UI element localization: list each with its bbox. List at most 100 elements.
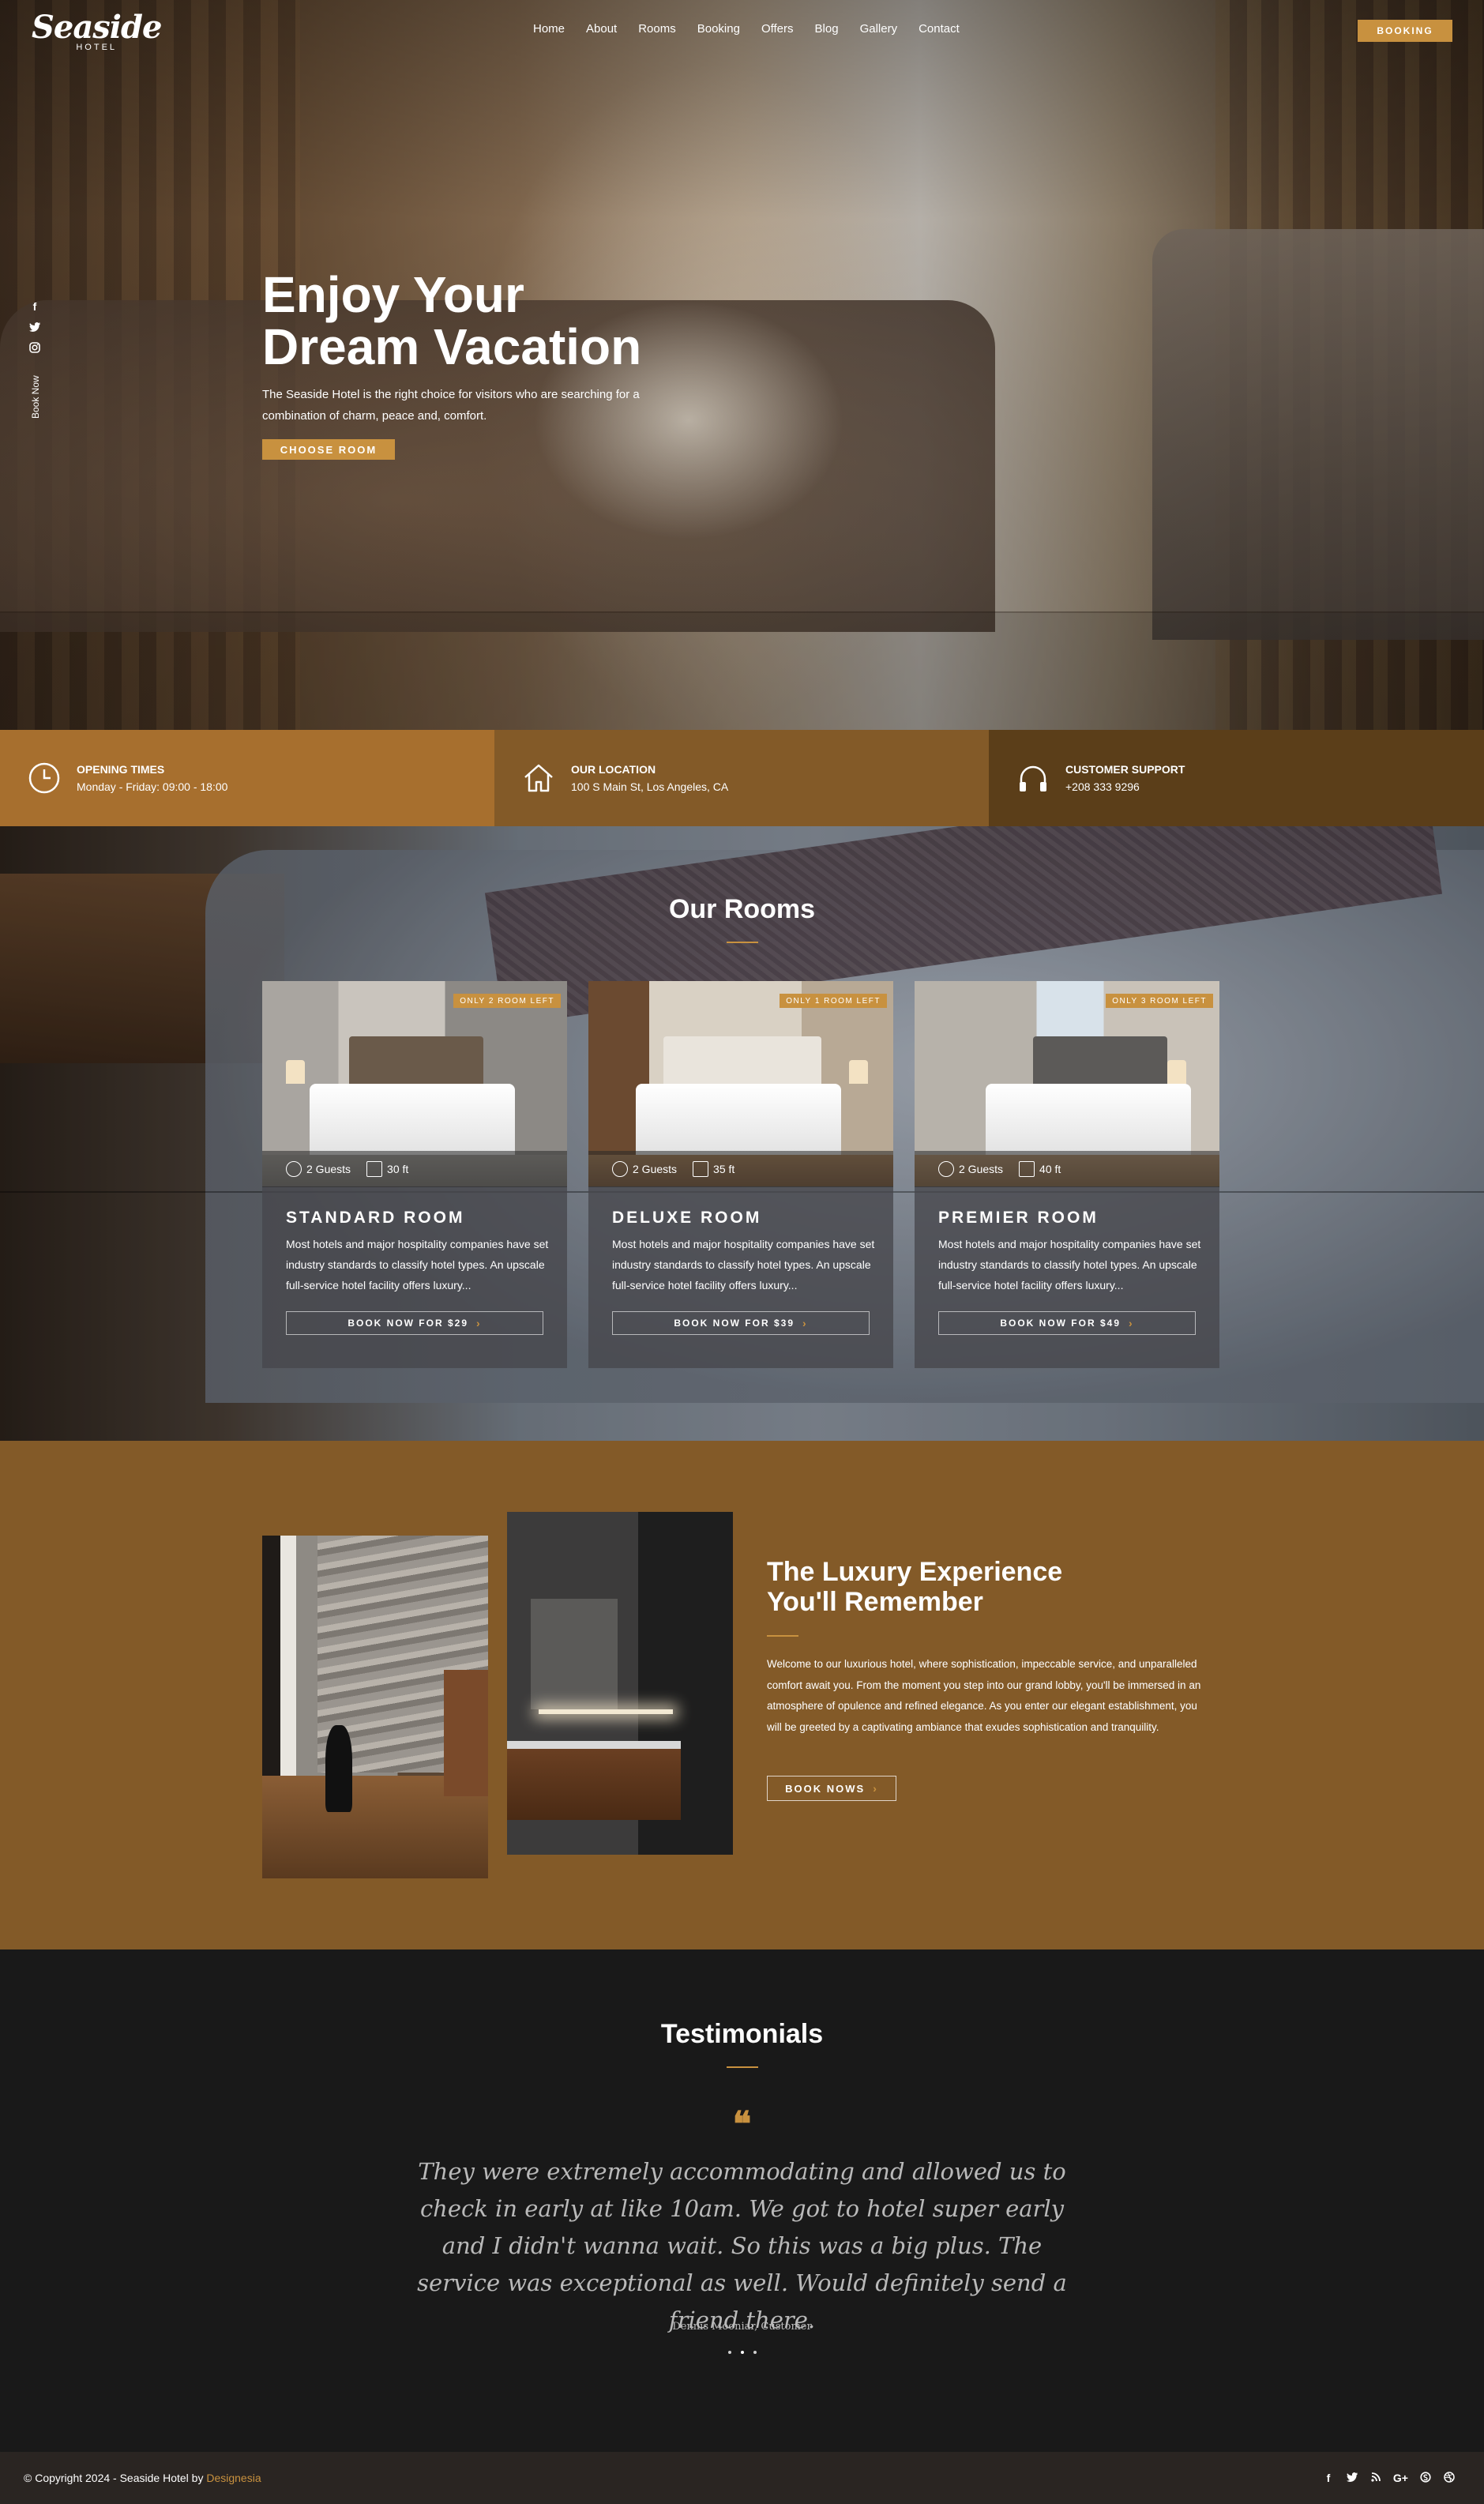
instagram-icon[interactable] [28,341,41,354]
luxury-bedroom-image [262,1536,488,1878]
side-social-links: f [28,300,41,362]
book-room-button[interactable]: BOOK NOW FOR $29 › [286,1311,543,1335]
main-nav: Home About Rooms Booking Offers Blog Gal… [533,22,981,36]
testimonials-title-underline [727,2066,758,2068]
facebook-icon[interactable]: f [1322,2472,1335,2484]
book-room-label: BOOK NOW FOR $49 [1000,1318,1121,1329]
book-room-button[interactable]: BOOK NOW FOR $49 › [938,1311,1196,1335]
luxury-bathroom-image [507,1512,733,1855]
hero-title-line2: Dream Vacation [262,318,642,375]
hero-section: Seaside HOTEL Home About Rooms Booking O… [0,0,1484,730]
room-card-premier[interactable]: ONLY 3 ROOM LEFT 2 Guests 40 ft PREMIER … [915,981,1219,1368]
copyright-text: © Copyright 2024 - Seaside Hotel by [24,2472,204,2484]
testimonial-quote: They were extremely accommodating and al… [417,2158,1067,2333]
room-meta: 2 Guests 35 ft [588,1151,893,1187]
hero-title: Enjoy Your Dream Vacation [262,269,704,373]
testimonial-pagination [0,2351,1484,2354]
header-booking-button[interactable]: BOOKING [1358,20,1452,42]
hero-title-line1: Enjoy Your [262,266,524,323]
hero-text-line1: The Seaside Hotel is the right choice fo… [262,388,640,401]
pagination-dot[interactable] [753,2351,757,2354]
skype-icon[interactable] [1419,2471,1432,2485]
designer-link[interactable]: Designesia [206,2472,261,2484]
luxury-title-underline [767,1635,798,1637]
nav-about[interactable]: About [586,22,617,36]
info-title: CUSTOMER SUPPORT [1065,763,1185,776]
google-plus-icon[interactable]: G+ [1393,2472,1408,2484]
pagination-dot-active[interactable] [740,2351,744,2354]
nav-rooms[interactable]: Rooms [638,22,676,36]
book-room-label: BOOK NOW FOR $39 [674,1318,795,1329]
hero-text: The Seaside Hotel is the right choice fo… [262,384,704,427]
rooms-section: Our Rooms ONLY 2 ROOM LEFT 2 Guests 30 f… [0,826,1484,1441]
dribbble-icon[interactable] [1443,2471,1456,2485]
info-support: CUSTOMER SUPPORT +208 333 9296 [989,730,1484,826]
user-icon [938,1161,954,1177]
room-guests: 2 Guests [633,1163,678,1175]
area-icon [1019,1161,1035,1177]
logo-name: Seaside [32,9,162,46]
luxury-title-line1: The Luxury Experience [767,1557,1063,1587]
info-value: +208 333 9296 [1065,780,1140,793]
room-card-deluxe[interactable]: ONLY 1 ROOM LEFT 2 Guests 35 ft DELUXE R… [588,981,893,1368]
twitter-icon[interactable] [28,321,41,333]
room-name[interactable]: PREMIER ROOM [938,1209,1099,1228]
rss-icon[interactable] [1369,2472,1382,2484]
room-size: 30 ft [387,1163,409,1175]
facebook-icon[interactable]: f [28,300,41,313]
info-title: OUR LOCATION [571,763,656,776]
hero-content: Enjoy Your Dream Vacation The Seaside Ho… [262,269,704,460]
rooms-title: Our Rooms [668,894,816,924]
room-card-standard[interactable]: ONLY 2 ROOM LEFT 2 Guests 30 ft STANDARD… [262,981,567,1368]
nav-booking[interactable]: Booking [697,22,740,36]
hero-text-line2: combination of charm, peace and, comfort… [262,409,487,423]
room-name[interactable]: DELUXE ROOM [612,1209,761,1228]
nav-blog[interactable]: Blog [815,22,839,36]
quote-icon: ❝ [732,2104,752,2145]
nav-contact[interactable]: Contact [919,22,960,36]
area-icon [693,1161,709,1177]
site-logo[interactable]: Seaside HOTEL [32,9,162,53]
room-description: Most hotels and major hospitality compan… [938,1238,1201,1291]
luxury-text: Welcome to our luxurious hotel, where so… [767,1658,1201,1733]
choose-room-button[interactable]: CHOOSE ROOM [262,439,395,460]
room-meta: 2 Guests 40 ft [915,1151,1219,1187]
luxury-book-button[interactable]: BOOK NOWS › [767,1776,896,1801]
luxury-section: The Luxury Experience You'll Remember We… [0,1441,1484,1949]
room-guests: 2 Guests [306,1163,351,1175]
room-size: 35 ft [713,1163,735,1175]
luxury-title-line2: You'll Remember [767,1587,983,1617]
nav-offers[interactable]: Offers [761,22,794,36]
book-room-label: BOOK NOW FOR $29 [348,1318,468,1329]
room-availability-badge: ONLY 3 ROOM LEFT [1106,994,1213,1008]
room-meta: 2 Guests 30 ft [262,1151,567,1187]
pagination-dot[interactable] [727,2351,731,2354]
book-room-button[interactable]: BOOK NOW FOR $39 › [612,1311,870,1335]
nav-gallery[interactable]: Gallery [860,22,898,36]
room-description: Most hotels and major hospitality compan… [612,1238,875,1291]
testimonial-author: Dennis Mooniar, Customer [672,2321,812,2333]
user-icon [612,1161,628,1177]
luxury-book-label: BOOK NOWS [785,1782,866,1795]
room-size: 40 ft [1039,1163,1061,1175]
clock-icon [28,762,60,794]
headphones-icon [1020,765,1046,791]
footer-social-links: f G+ [1322,2471,1456,2485]
twitter-icon[interactable] [1346,2472,1358,2484]
room-name[interactable]: STANDARD ROOM [286,1209,464,1228]
chevron-right-icon: › [1129,1317,1134,1329]
user-icon [286,1161,302,1177]
room-guests: 2 Guests [959,1163,1004,1175]
info-title: OPENING TIMES [77,763,165,776]
testimonials-section: Testimonials ❝ They were extremely accom… [0,1949,1484,2452]
footer: © Copyright 2024 - Seaside Hotel by Desi… [0,2452,1484,2504]
book-now-vertical-link[interactable]: Book Now [30,375,41,419]
info-location: OUR LOCATION 100 S Main St, Los Angeles,… [494,730,990,826]
chevron-right-icon: › [802,1317,808,1329]
chevron-right-icon: › [873,1782,878,1795]
footer-copyright: © Copyright 2024 - Seaside Hotel by Desi… [24,2472,261,2484]
nav-home[interactable]: Home [533,22,565,36]
luxury-title: The Luxury Experience You'll Remember [767,1557,1130,1617]
home-icon [524,764,553,792]
room-description: Most hotels and major hospitality compan… [286,1238,549,1291]
